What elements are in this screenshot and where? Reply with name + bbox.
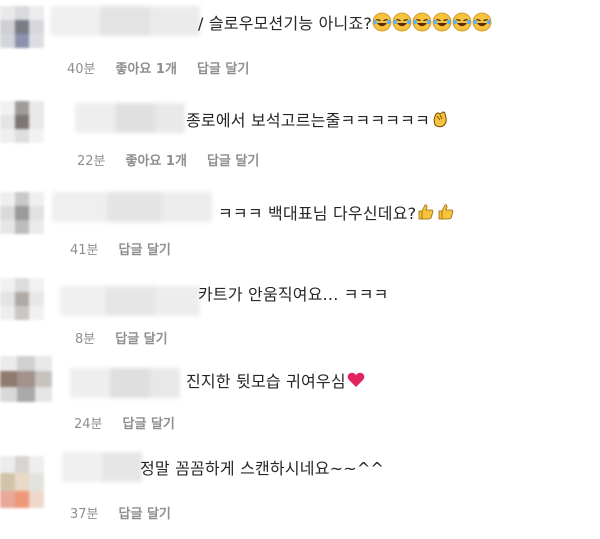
reply-button[interactable]: 답글 달기 xyxy=(119,507,171,522)
username-blurred[interactable] xyxy=(50,6,200,36)
comment-item: ㅋㅋㅋ 백대표님 다우신데요? 41분 답글 달기 xyxy=(0,186,600,271)
avatar[interactable] xyxy=(0,456,44,508)
thumbs-up-icon xyxy=(416,202,456,228)
username-blurred[interactable] xyxy=(60,286,200,316)
comment-time: 41분 xyxy=(70,243,99,258)
comment-text: 정말 꼼꼼하게 스캔하시네요~~^^ xyxy=(140,459,385,478)
comment-text: / 슬로우모션기능 아니죠? xyxy=(198,12,492,38)
laughing-tears-icon xyxy=(372,12,492,38)
reply-button[interactable]: 답글 달기 xyxy=(115,332,167,347)
avatar[interactable] xyxy=(0,278,44,320)
comment-time: 8분 xyxy=(75,332,96,347)
avatar[interactable] xyxy=(0,356,52,402)
avatar[interactable] xyxy=(0,101,44,143)
username-blurred[interactable] xyxy=(70,368,180,398)
comment-time: 22분 xyxy=(77,154,106,169)
reply-button[interactable]: 답글 달기 xyxy=(123,417,175,432)
clapping-hand-icon xyxy=(430,109,450,135)
reply-button[interactable]: 답글 달기 xyxy=(197,62,249,77)
likes-count[interactable]: 좋아요 1개 xyxy=(116,62,177,77)
comment-text: ㅋㅋㅋ 백대표님 다우신데요? xyxy=(218,202,456,228)
avatar[interactable] xyxy=(0,6,44,48)
comment-time: 40분 xyxy=(67,62,96,77)
avatar[interactable] xyxy=(0,192,44,234)
comment-item: 진지한 뒷모습 귀여우심 24분 답글 달기 xyxy=(0,352,600,442)
comment-item: / 슬로우모션기능 아니죠? 40분 좋아요 1개 답글 달기 xyxy=(0,0,600,80)
likes-count[interactable]: 좋아요 1개 xyxy=(126,154,187,169)
comment-meta: 37분 답글 달기 xyxy=(70,506,171,524)
red-heart-icon xyxy=(346,370,366,396)
username-blurred[interactable] xyxy=(62,452,142,482)
comment-time: 24분 xyxy=(74,417,103,432)
comment-item: 카트가 안움직여요... ㅋㅋㅋ 8분 답글 달기 xyxy=(0,272,600,352)
comment-meta: 8분 답글 달기 xyxy=(75,331,168,349)
comment-meta: 41분 답글 달기 xyxy=(70,242,171,260)
comment-text: 진지한 뒷모습 귀여우심 xyxy=(186,370,366,396)
username-blurred[interactable] xyxy=(52,192,212,222)
comment-meta: 24분 답글 달기 xyxy=(74,416,175,434)
reply-button[interactable]: 답글 달기 xyxy=(207,154,259,169)
comment-meta: 40분 좋아요 1개 답글 달기 xyxy=(67,61,249,79)
comment-item: 정말 꼼꼼하게 스캔하시네요~~^^ 37분 답글 달기 xyxy=(0,448,600,539)
comment-text: 종로에서 보석고르는줄ㅋㅋㅋㅋㅋㅋ xyxy=(186,109,450,135)
username-blurred[interactable] xyxy=(75,103,185,133)
comment-time: 37분 xyxy=(70,507,99,522)
comment-text: 카트가 안움직여요... ㅋㅋㅋ xyxy=(198,285,389,304)
comment-meta: 22분 좋아요 1개 답글 달기 xyxy=(77,153,259,171)
reply-button[interactable]: 답글 달기 xyxy=(119,243,171,258)
comment-item: 종로에서 보석고르는줄ㅋㅋㅋㅋㅋㅋ 22분 좋아요 1개 답글 달기 xyxy=(0,95,600,180)
